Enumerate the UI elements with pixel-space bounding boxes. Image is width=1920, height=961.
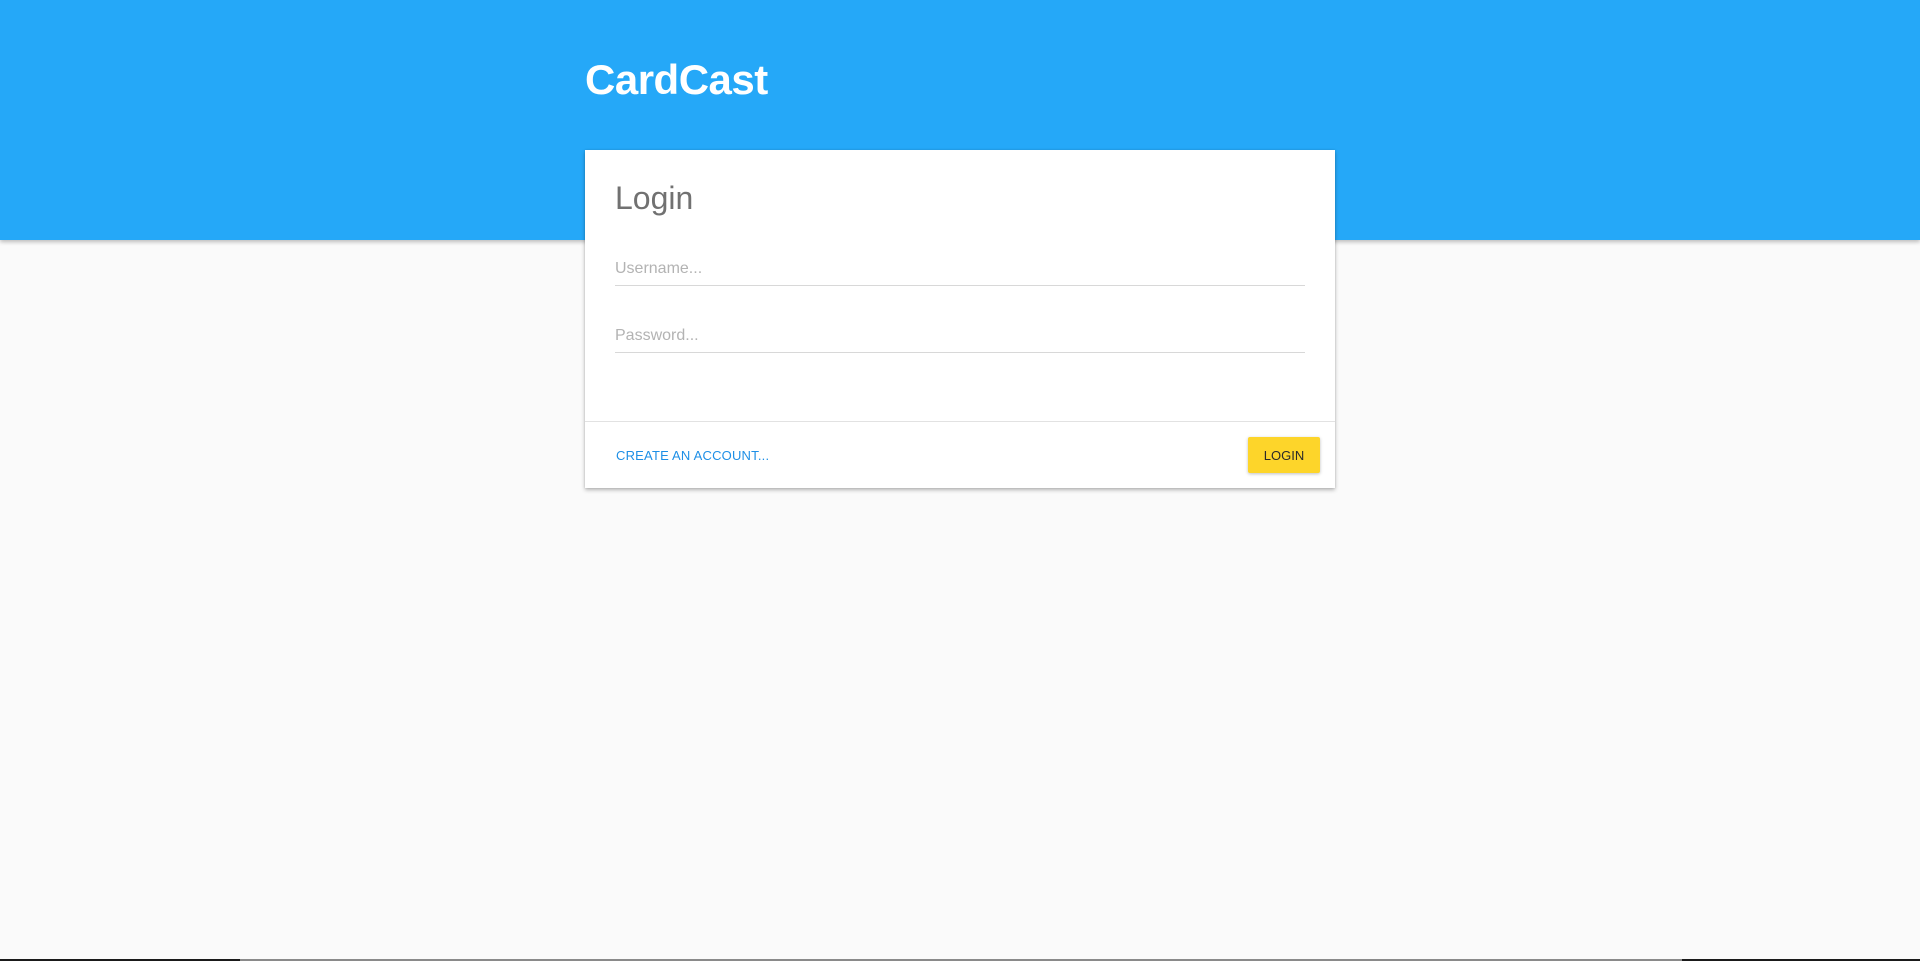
app-title: CardCast: [585, 56, 768, 103]
password-input[interactable]: [615, 322, 1305, 353]
username-input[interactable]: [615, 255, 1305, 286]
login-card-footer: CREATE AN ACCOUNT... LOGIN: [585, 421, 1335, 489]
create-account-link[interactable]: CREATE AN ACCOUNT...: [616, 448, 769, 463]
login-button[interactable]: LOGIN: [1248, 437, 1320, 473]
login-card: Login CREATE AN ACCOUNT... LOGIN: [585, 150, 1335, 488]
login-card-title: Login: [615, 180, 694, 216]
